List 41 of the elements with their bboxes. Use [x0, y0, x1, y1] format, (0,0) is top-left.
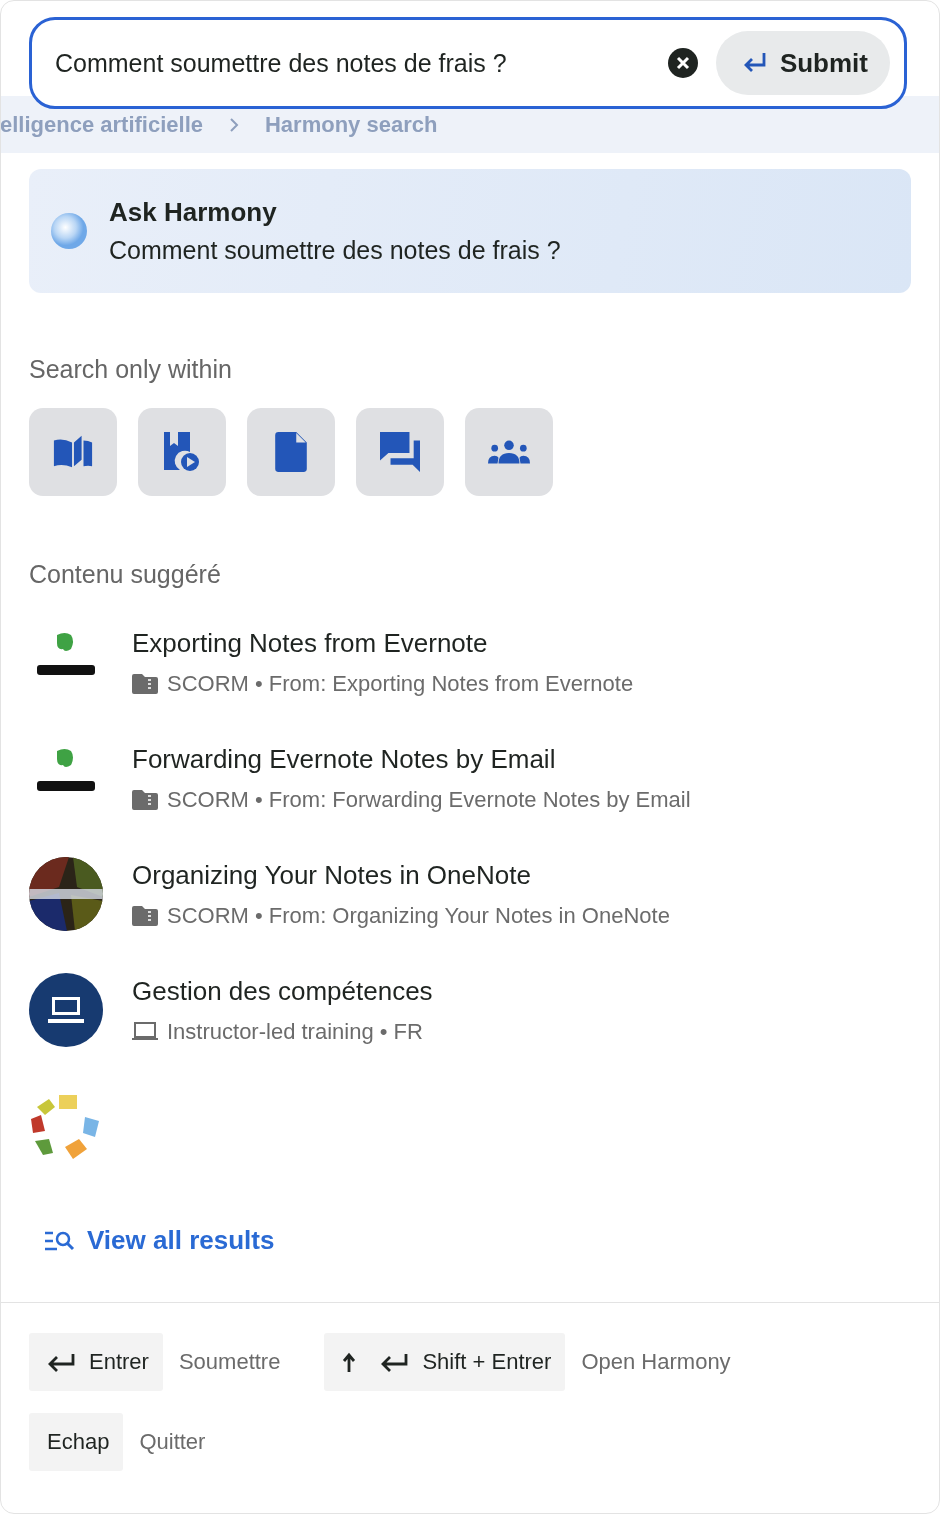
result-title[interactable]: Exporting Notes from Evernote [132, 627, 634, 659]
enter-icon [380, 1352, 409, 1372]
search-text: Comment soumettre des notes de frais ? [55, 48, 508, 78]
filter-button[interactable] [356, 408, 444, 496]
view-all-link[interactable]: View all results [45, 1225, 275, 1256]
ask-query: Comment soumettre des notes de frais ? [109, 236, 561, 265]
key-label: Echap [47, 1429, 110, 1455]
search-field[interactable]: Comment soumettre des notes de frais ? Submit [29, 17, 907, 109]
key-label: Shift + Entrer [422, 1349, 552, 1375]
filter-button[interactable] [138, 408, 226, 496]
list-search-icon [45, 1229, 77, 1252]
enter-icon [47, 1352, 75, 1372]
section-heading: Search only within [29, 355, 233, 384]
folder-icon [132, 673, 158, 694]
result-meta: SCORM • From: Organizing Your Notes in OneNote [167, 902, 670, 929]
shortcut-action: Open Harmony [581, 1349, 731, 1375]
clear-icon[interactable] [667, 48, 698, 78]
orb-icon [49, 211, 89, 251]
result-title[interactable]: Gestion des compétences [132, 975, 433, 1007]
result-meta: SCORM • From: Exporting Notes from Evernote [167, 670, 634, 697]
key-label: Entrer [89, 1349, 149, 1375]
filter-button[interactable] [465, 408, 553, 496]
folder-icon [132, 789, 158, 810]
filter-button[interactable] [29, 408, 117, 496]
arrow-up-icon [342, 1352, 357, 1372]
submit-button[interactable]: Submit [715, 31, 890, 95]
folder-icon [132, 905, 158, 926]
shortcut-action: Soumettre [178, 1349, 281, 1375]
ask-card[interactable]: Ask Harmony Comment soumettre des notes de frais ? [29, 169, 911, 293]
result-meta: Instructor-led training • FR [167, 1018, 423, 1045]
filter-button[interactable] [247, 408, 335, 496]
result-meta: SCORM • From: Forwarding Evernote Notes by Email [167, 786, 691, 813]
laptop-icon [132, 1021, 158, 1042]
ask-title: Ask Harmony [109, 197, 278, 228]
section-heading: Contenu suggéré [29, 560, 222, 589]
result-title[interactable]: Organizing Your Notes in OneNote [132, 859, 670, 891]
chat-icon [379, 432, 421, 472]
shortcut-action: Quitter [139, 1429, 206, 1455]
result-title[interactable]: Forwarding Evernote Notes by Email [132, 743, 691, 775]
chevron-icon [229, 116, 239, 133]
laptop-icon [29, 973, 103, 1047]
